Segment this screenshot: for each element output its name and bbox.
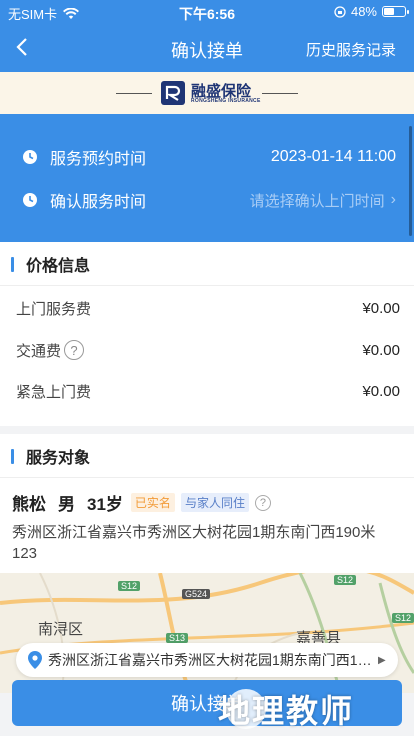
chevron-right-icon: › xyxy=(390,191,396,208)
help-icon[interactable]: ? xyxy=(64,340,85,360)
fee-label: 交通费 xyxy=(16,342,62,360)
fee-amount: ¥0.00 xyxy=(362,382,400,400)
road-label: S12 xyxy=(118,581,141,591)
appointment-time-row: 服务预约时间 2023-01-14 11:00 xyxy=(22,142,396,172)
banner-divider-right xyxy=(262,93,298,94)
fee-row-service: 上门服务费 ¥0.00 xyxy=(16,296,400,320)
banner-divider-left xyxy=(116,93,152,94)
clock-icon xyxy=(23,150,37,164)
clock-icon xyxy=(23,193,37,207)
history-records-link[interactable]: 历史服务记录 xyxy=(306,39,396,60)
brand-logo-icon xyxy=(161,81,185,105)
fee-row-transport: 交通费 ? ¥0.00 xyxy=(16,338,400,362)
brand-banner: 融盛保险 RONGSHENG INSURANCE xyxy=(0,72,414,114)
battery-icon xyxy=(382,6,409,17)
price-section-title: 价格信息 xyxy=(0,242,414,286)
nav-bar: 确认接单 历史服务记录 xyxy=(0,24,414,72)
road-label: S12 xyxy=(392,613,414,623)
service-target-section: 服务对象 熊松 男 31岁 已实名 与家人同住 ? 秀洲区浙江省嘉兴市秀洲区大树… xyxy=(0,434,414,574)
confirm-time-picker[interactable]: 请选择确认上门时间 xyxy=(250,190,385,211)
service-target-title: 服务对象 xyxy=(0,434,414,478)
fee-row-emergency: 紧急上门费 ¥0.00 xyxy=(16,379,400,403)
person-age: 31岁 xyxy=(87,495,123,514)
person-gender: 男 xyxy=(58,495,75,514)
battery-percent: 48% xyxy=(350,4,377,19)
fee-amount: ¥0.00 xyxy=(362,299,400,317)
fee-amount: ¥0.00 xyxy=(362,341,400,359)
service-time-card: 服务预约时间 2023-01-14 11:00 确认服务时间 请选择确认上门时间… xyxy=(0,114,414,242)
map-address-text: 秀洲区浙江省嘉兴市秀洲区大树花园1期东南门西190米123 xyxy=(48,652,372,668)
person-address: 秀洲区浙江省嘉兴市秀洲区大树花园1期东南门西190米123 xyxy=(12,524,376,562)
fee-label: 紧急上门费 xyxy=(16,383,92,401)
price-section: 价格信息 上门服务费 ¥0.00 交通费 ? ¥0.00 紧急上门费 ¥0.00 xyxy=(0,242,414,426)
map-place-label: 南浔区 xyxy=(38,621,84,638)
confirm-time-label: 确认服务时间 xyxy=(50,194,147,211)
living-with-family-badge: 与家人同住 xyxy=(180,493,249,512)
brand-name-en: RONGSHENG INSURANCE xyxy=(191,98,261,104)
play-arrow-icon: ▶ xyxy=(378,654,386,666)
fee-label: 上门服务费 xyxy=(16,300,92,318)
status-right: 48% xyxy=(334,4,409,19)
watermark-text: 地理教师 xyxy=(218,693,355,729)
road-label: S13 xyxy=(166,633,189,643)
road-label: S12 xyxy=(334,575,357,585)
road-label: G524 xyxy=(182,589,211,599)
appointment-time-label: 服务预约时间 xyxy=(50,151,147,168)
person-info-row: 熊松 男 31岁 已实名 与家人同住 ? xyxy=(12,490,404,515)
location-pin-icon xyxy=(28,651,42,669)
person-name: 熊松 xyxy=(12,495,46,514)
verified-badge: 已实名 xyxy=(130,493,175,512)
battery-fill xyxy=(384,8,394,15)
help-icon[interactable]: ? xyxy=(254,494,271,511)
appointment-time-value: 2023-01-14 11:00 xyxy=(270,148,396,165)
scrollbar[interactable] xyxy=(409,126,412,236)
map-address-bar[interactable]: 秀洲区浙江省嘉兴市秀洲区大树花园1期东南门西190米123 ▶ xyxy=(16,643,398,677)
status-bar: 无SIM卡 下午6:56 48% xyxy=(0,0,414,24)
confirm-time-row[interactable]: 确认服务时间 请选择确认上门时间 › xyxy=(22,185,396,215)
orientation-lock-icon xyxy=(334,5,346,18)
